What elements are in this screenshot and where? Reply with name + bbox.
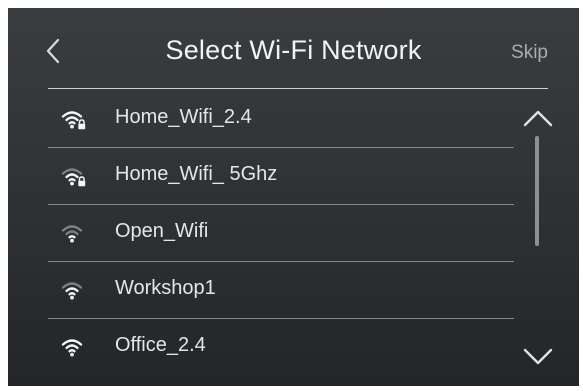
network-item[interactable]: Office_2.4 [48, 318, 514, 375]
chevron-down-icon [523, 348, 553, 365]
lock-icon [78, 176, 86, 187]
header-divider [48, 88, 548, 89]
network-list: Home_Wifi_2.4 Home_Wifi_ 5Ghz Open_Wifi Wor… [48, 90, 514, 375]
wifi-icon [61, 225, 83, 243]
network-name: Workshop1 [115, 277, 216, 299]
scroll-down-button[interactable] [518, 343, 558, 371]
wifi-icon [61, 339, 83, 357]
lock-icon [78, 119, 86, 130]
header: Select Wi-Fi Network Skip [8, 8, 579, 88]
wifi-lock-icon [61, 111, 86, 130]
network-name: Home_Wifi_2.4 [115, 106, 252, 128]
chevron-up-icon [523, 110, 553, 127]
network-item[interactable]: Workshop1 [48, 261, 514, 318]
network-item[interactable]: Home_Wifi_ 5Ghz [48, 147, 514, 204]
wifi-lock-icon [61, 168, 86, 187]
network-name: Home_Wifi_ 5Ghz [115, 163, 278, 185]
wifi-icon [61, 282, 83, 300]
network-item[interactable]: Home_Wifi_2.4 [48, 90, 514, 147]
page-title: Select Wi-Fi Network [165, 35, 422, 65]
network-name: Open_Wifi [115, 220, 209, 242]
scrollbar-track[interactable] [535, 136, 539, 246]
scroll-up-button[interactable] [518, 104, 558, 132]
network-item[interactable]: Open_Wifi [48, 204, 514, 261]
wifi-setup-screen: Select Wi-Fi Network Skip Home_Wifi_2.4 H… [8, 8, 579, 386]
skip-button[interactable]: Skip [511, 42, 548, 64]
scrollbar-thumb[interactable] [535, 136, 539, 246]
network-name: Office_2.4 [115, 334, 206, 356]
